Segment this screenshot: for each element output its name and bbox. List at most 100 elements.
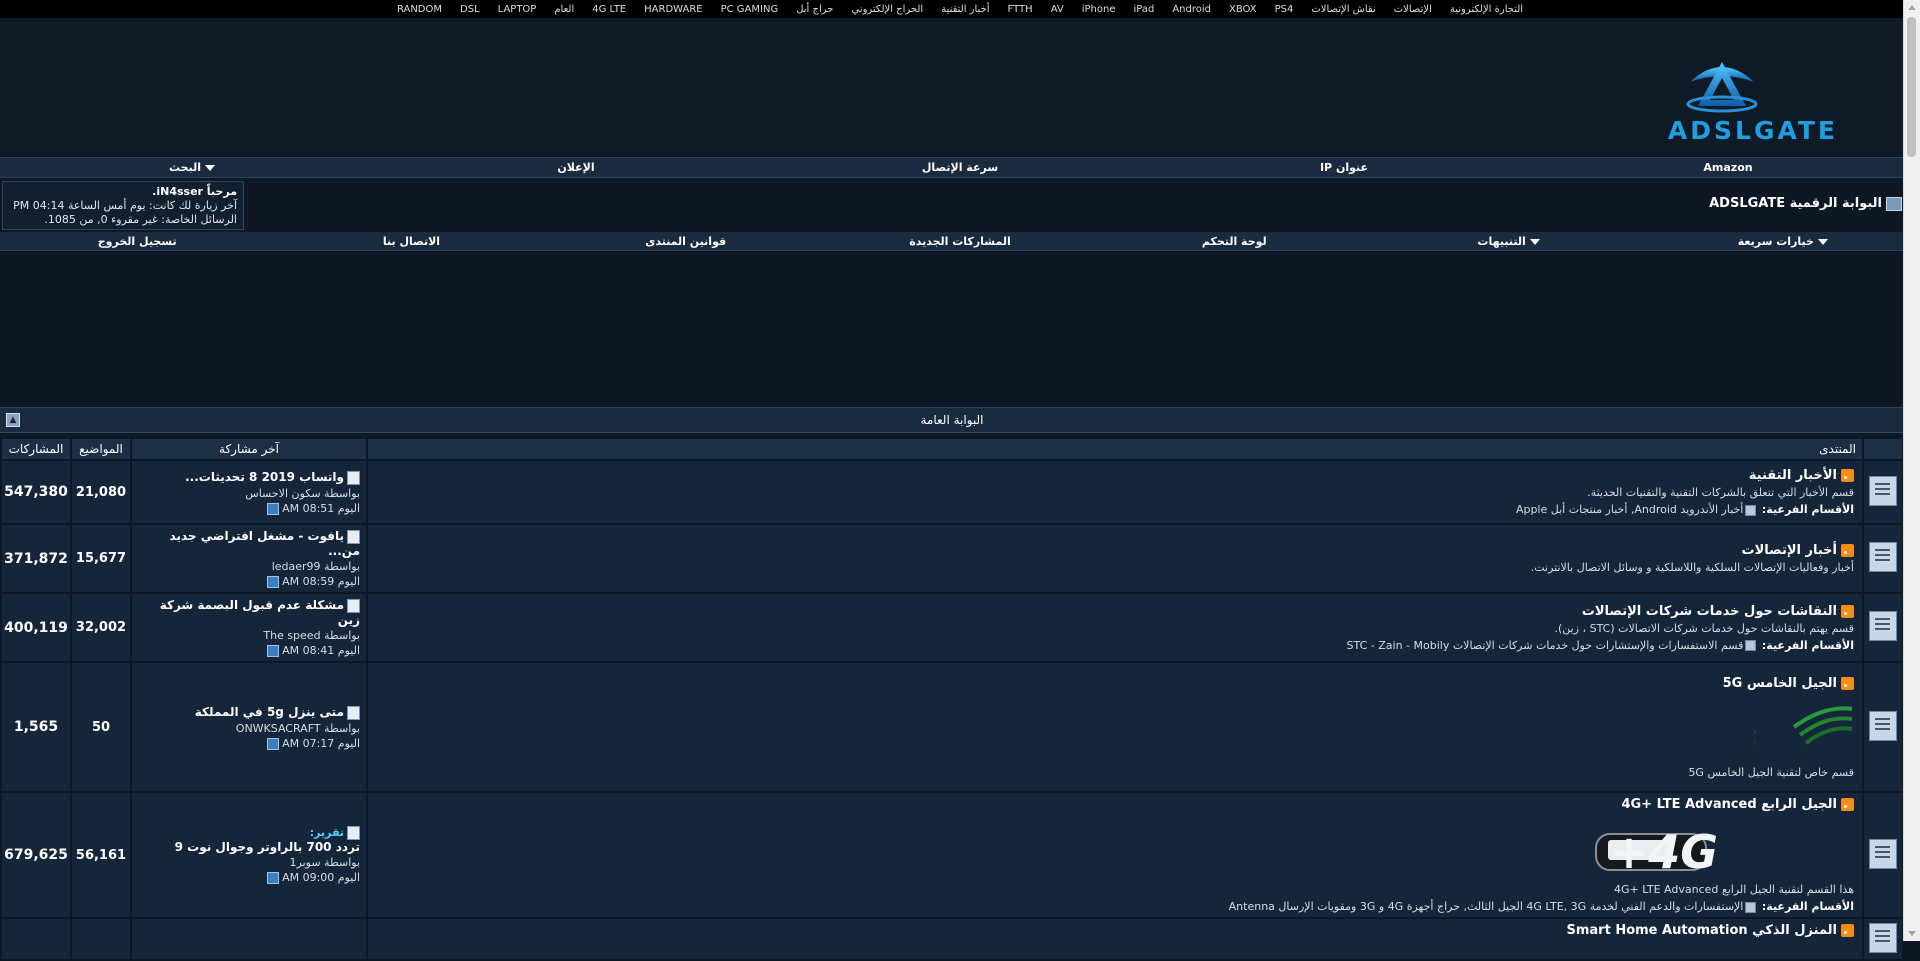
table-row: الجيل الرابع 4G+ LTE Advanced 4G+ هذا ال… (2, 793, 1902, 917)
rss-icon[interactable] (1841, 604, 1854, 618)
rss-icon[interactable] (1841, 798, 1854, 811)
top-link-telecom-discussion[interactable]: نقاش الإتصالات (1302, 4, 1384, 15)
header-icon-spacer (1864, 439, 1902, 459)
top-link-ps4[interactable]: PS4 (1266, 4, 1303, 15)
subforum-icon (1745, 901, 1757, 913)
last-post-author[interactable]: بواسطة سكون الاحساس (138, 487, 360, 500)
table-header-row: المنتدى آخر مشاركة المواضيع المشاركات (2, 439, 1902, 459)
forum-info-cell: الأخبار التقنية قسم الأخبار التي تتعلق ب… (368, 461, 1862, 523)
nav-new-posts[interactable]: المشاركات الجديدة (823, 235, 1097, 248)
page-scrollbar[interactable] (1903, 0, 1920, 941)
subforum-links[interactable]: قسم الاستفسارات والإستشارات حول خدمات شر… (1347, 639, 1744, 652)
nav-contact-us[interactable]: الاتصال بنا (274, 235, 548, 248)
rss-icon[interactable] (1841, 469, 1854, 482)
post-count: 371,872 (2, 525, 70, 592)
top-link-general[interactable]: العام (545, 4, 583, 15)
last-post-author[interactable]: بواسطة The speed (138, 629, 360, 642)
last-post-title[interactable]: واتساب 2019 8 تحديثات... (185, 470, 344, 484)
forum-title[interactable]: النقاشات حول خدمات شركات الإتصالات (1582, 604, 1837, 619)
go-to-post-icon[interactable] (266, 872, 279, 884)
rss-icon[interactable] (1841, 924, 1854, 937)
forum-status-cell (1864, 663, 1902, 791)
top-link-tech-news[interactable]: أخبار التقنية (932, 4, 998, 15)
welcome-greeting[interactable]: مرحباً iN4sser. (9, 185, 237, 199)
scrollbar-thumb[interactable] (1907, 17, 1916, 157)
post-icon (347, 530, 360, 544)
nav-ip-address[interactable]: عنوان IP (1152, 161, 1536, 174)
forum-title[interactable]: الأخبار التقنية (1749, 468, 1837, 483)
forum-info-cell: الجيل الرابع 4G+ LTE Advanced 4G+ هذا ال… (368, 793, 1862, 917)
top-link-xbox[interactable]: XBOX (1220, 4, 1266, 15)
top-link-apple-market[interactable]: حراج أبل (787, 4, 842, 15)
top-link-telecom[interactable]: الإتصالات (1385, 4, 1441, 15)
forum-title[interactable]: الجيل الخامس 5G (1723, 676, 1837, 691)
last-post-cell: تقرير: تردد 700 بالراوتر وجوال نوت 9 بوا… (132, 793, 366, 917)
post-count: 1,565 (2, 663, 70, 791)
nav-quick-options[interactable]: خيارات سريعة (1646, 235, 1920, 248)
section-title[interactable]: البوابة العامة (920, 413, 983, 427)
last-post-author[interactable]: بواسطة سوبر1 (138, 856, 360, 869)
nav-control-panel[interactable]: لوحة التحكم (1097, 235, 1371, 248)
top-link-laptop[interactable]: LAPTOP (489, 4, 546, 15)
last-visit-text: آخر زيارة لك كانت: يوم أمس الساعة 04:14 … (13, 199, 237, 212)
top-link-iphone[interactable]: iPhone (1073, 4, 1125, 15)
top-link-random[interactable]: RANDOM (388, 4, 451, 15)
last-post-author[interactable]: بواسطة ONWKSACRAFT (138, 722, 360, 735)
private-messages-link[interactable]: الرسائل الخاصة: غير مقروء 0, من 1085. (9, 213, 237, 227)
main-navbar: Amazon عنوان IP سرعة الإتصال الإعلان الب… (0, 157, 1920, 178)
go-to-post-icon[interactable] (266, 502, 279, 515)
last-post-title[interactable]: مشكلة عدم قبول البصمة شركة زين (160, 598, 360, 627)
top-link-av[interactable]: AV (1042, 4, 1073, 15)
top-link-pc-gaming[interactable]: PC GAMING (712, 4, 788, 15)
go-to-post-icon[interactable] (266, 576, 279, 588)
nav-advertise[interactable]: الإعلان (384, 161, 768, 174)
nav-notifications[interactable]: التنبيهات (1371, 235, 1645, 248)
last-post-title[interactable]: متى ينزل 5g في المملكة (195, 705, 344, 719)
nav-logout[interactable]: تسجيل الخروج (0, 235, 274, 248)
go-to-post-icon[interactable] (266, 645, 279, 657)
col-forum: المنتدى (368, 439, 1862, 459)
forum-title[interactable]: أخبار الإتصالات (1742, 543, 1837, 558)
go-to-post-icon[interactable] (266, 737, 279, 750)
last-post-cell: واتساب 2019 8 تحديثات... بواسطة سكون الا… (132, 461, 366, 523)
portal-title[interactable]: البوابة الرقمية ADSLGATE (1709, 196, 1902, 211)
rss-icon[interactable] (1841, 544, 1854, 557)
top-link-ecommerce[interactable]: التجارة الإلكترونية (1441, 4, 1532, 15)
forum-description: قسم خاص لتقنية الجيل الخامس 5G (1688, 765, 1854, 779)
top-link-4g-lte[interactable]: 4G LTE (583, 4, 635, 15)
nav-amazon[interactable]: Amazon (1536, 161, 1920, 174)
portal-title-text: البوابة الرقمية ADSLGATE (1709, 196, 1882, 211)
thread-count (72, 919, 130, 959)
col-threads: المواضيع (72, 439, 130, 459)
rss-icon[interactable] (1841, 676, 1854, 690)
subforum-links[interactable]: أخبار الأندرويد Android, أخبار منتجات أب… (1516, 503, 1743, 516)
subforum-links[interactable]: الإستفسارات والدعم الفني لخدمة 4G LTE, 3… (1229, 900, 1744, 913)
forum-title[interactable]: المنزل الذكي Smart Home Automation (1566, 923, 1837, 938)
last-post-title[interactable]: يافوت - مشغل افتراضي جديد من... (170, 529, 360, 558)
top-link-android[interactable]: Android (1163, 4, 1220, 15)
nav-search[interactable]: البحث (0, 161, 384, 174)
post-icon (347, 826, 360, 840)
top-link-hardware[interactable]: HARDWARE (635, 4, 711, 15)
forum-title[interactable]: الجيل الرابع 4G+ LTE Advanced (1621, 797, 1837, 812)
forum-info-cell: أخبار الإتصالات أخبار وفعاليات الإتصالات… (368, 525, 1862, 592)
top-link-ipad[interactable]: iPad (1125, 4, 1164, 15)
top-link-bar: RANDOM DSL LAPTOP العام 4G LTE HARDWARE … (0, 0, 1920, 18)
top-link-e-market[interactable]: الحراج الإلكتروني (842, 4, 932, 15)
forum-status-cell (1864, 594, 1902, 661)
top-link-ftth[interactable]: FTTH (999, 4, 1042, 15)
last-post-time-line: اليوم 07:17 AM (138, 737, 360, 750)
last-post-time-line: اليوم 08:41 AM (138, 644, 360, 657)
last-post-author[interactable]: بواسطة ledaer99 (138, 560, 360, 573)
nav-forum-rules[interactable]: قوانين المنتدى (549, 235, 823, 248)
subforums-line: الأقسام الفرعية: أخبار الأندرويد Android… (376, 503, 1854, 516)
collapse-icon[interactable]: ▲ (6, 413, 20, 427)
post-count: 679,625 (2, 793, 70, 917)
nav-speed-test[interactable]: سرعة الإتصال (768, 161, 1152, 174)
scroll-up-icon[interactable] (1908, 5, 1916, 10)
subforums-line: الأقسام الفرعية: الإستفسارات والدعم الفن… (376, 900, 1854, 913)
scroll-down-icon[interactable] (1908, 931, 1916, 936)
last-post-title[interactable]: تردد 700 بالراوتر وجوال نوت 9 (138, 840, 360, 854)
last-post-time: اليوم 08:41 AM (282, 644, 360, 657)
top-link-dsl[interactable]: DSL (451, 4, 489, 15)
